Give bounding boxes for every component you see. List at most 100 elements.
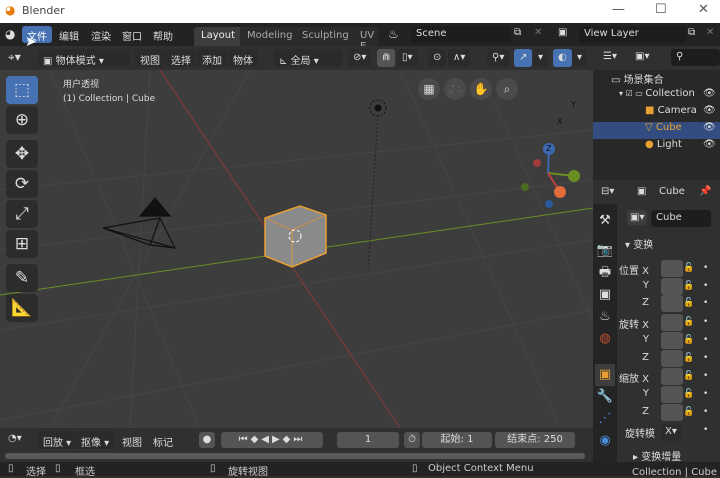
- tab-uv-editing[interactable]: UV E: [353, 27, 378, 46]
- overlay-dropdown-icon[interactable]: ▾: [572, 49, 588, 67]
- tab-layout[interactable]: Layout: [194, 27, 242, 46]
- lock-icon[interactable]: 🔓: [683, 317, 694, 327]
- menu-view[interactable]: 视图: [135, 49, 165, 67]
- timeline-marker-menu[interactable]: 标记: [153, 434, 173, 449]
- start-frame-field[interactable]: 起始: 1: [422, 432, 492, 448]
- orientation-dropdown[interactable]: ⊾ 全局 ▾: [274, 49, 342, 67]
- transform-value-field[interactable]: [661, 368, 683, 386]
- lock-icon[interactable]: 🔓: [683, 353, 694, 363]
- eye-icon[interactable]: 👁: [703, 88, 716, 99]
- keyframe-dot-icon[interactable]: •: [703, 298, 708, 308]
- rotation-mode-dropdown[interactable]: X▾: [661, 424, 681, 441]
- keyframe-dot-icon[interactable]: •: [703, 407, 708, 417]
- transform-value-field[interactable]: [661, 385, 683, 403]
- new-view-layer-icon[interactable]: ⧉: [688, 27, 695, 38]
- visibility-icon[interactable]: ⚲▾: [487, 49, 510, 67]
- eye-icon[interactable]: 👁: [703, 139, 716, 150]
- move-tool-icon[interactable]: ✥: [6, 140, 38, 168]
- lock-icon[interactable]: 🔓: [683, 371, 694, 381]
- keyframe-dot-icon[interactable]: •: [703, 317, 708, 327]
- zoom-icon[interactable]: ⌕: [496, 78, 518, 100]
- delete-view-layer-icon[interactable]: ✕: [706, 27, 714, 38]
- display-mode-icon[interactable]: ▣▾: [635, 51, 649, 62]
- gizmo-icon[interactable]: ↗: [514, 49, 533, 67]
- menu-help[interactable]: 帮助: [148, 26, 178, 43]
- keyframe-dot-icon[interactable]: •: [703, 263, 708, 273]
- proportional-edit-icon[interactable]: ⊙: [428, 49, 447, 67]
- new-scene-icon[interactable]: ⧉: [514, 27, 521, 38]
- transform-value-field[interactable]: [661, 295, 683, 313]
- menu-render[interactable]: 渲染: [86, 26, 116, 43]
- scene-icon[interactable]: ♨: [388, 27, 399, 41]
- 3d-viewport[interactable]: Y Z X 用户透视 (1) Collection | Cube ⬚ ⊕ ✥ ⟳…: [0, 70, 593, 428]
- tab-sculpting[interactable]: Sculpting: [295, 27, 356, 46]
- lock-icon[interactable]: 🔓: [683, 298, 694, 308]
- delta-transform-header[interactable]: ▸ 变换增量: [633, 448, 681, 463]
- select-tool-icon[interactable]: ⬚: [6, 76, 38, 104]
- outliner-row-collection[interactable]: ▾ ☑ ▭ Collection 👁: [593, 88, 720, 105]
- timeline-editor-icon[interactable]: ◔▾: [8, 433, 22, 444]
- end-frame-field[interactable]: 结束点: 250: [495, 432, 575, 448]
- transform-value-field[interactable]: [661, 277, 683, 295]
- annotate-tool-icon[interactable]: ✎: [6, 264, 38, 292]
- cursor-tool-icon[interactable]: ⊕: [6, 106, 38, 134]
- render-tab-icon[interactable]: 📷: [595, 240, 615, 262]
- eye-icon[interactable]: 👁: [703, 105, 716, 116]
- view-layer-field[interactable]: View Layer: [579, 26, 686, 43]
- tool-tab-icon[interactable]: ⚒: [595, 210, 615, 232]
- keyframe-dot-icon[interactable]: •: [703, 281, 708, 291]
- properties-editor-icon[interactable]: ⊟▾: [601, 186, 614, 197]
- close-button[interactable]: ✕: [698, 2, 709, 17]
- object-name-field[interactable]: Cube: [651, 210, 711, 227]
- outliner-search[interactable]: ⚲: [671, 49, 720, 66]
- outliner-editor-icon[interactable]: ☰▾: [603, 51, 617, 62]
- outliner-row-camera[interactable]: ■ Camera 👁: [593, 105, 720, 122]
- transform-value-field[interactable]: [661, 331, 683, 349]
- outliner-scene-collection[interactable]: ▭ 场景集合: [593, 71, 720, 88]
- scale-tool-icon[interactable]: ⤢: [6, 200, 38, 228]
- pivot-icon[interactable]: ⊘▾: [348, 49, 372, 67]
- lock-icon[interactable]: 🔓: [683, 263, 694, 273]
- transform-tool-icon[interactable]: ⊞: [6, 230, 38, 258]
- rotate-tool-icon[interactable]: ⟳: [6, 170, 38, 198]
- lock-icon[interactable]: 🔓: [683, 407, 694, 417]
- pin-icon[interactable]: 📌: [699, 186, 711, 197]
- blender-menu-icon[interactable]: ◕: [5, 27, 15, 41]
- playback-dropdown[interactable]: 回放 ▾: [38, 431, 77, 449]
- keyframe-dot-icon[interactable]: •: [703, 353, 708, 363]
- record-button[interactable]: ●: [199, 432, 215, 448]
- timeline-scrollbar[interactable]: [5, 453, 585, 459]
- outliner-row-light[interactable]: ● Light 👁: [593, 139, 720, 156]
- playback-controls[interactable]: ⏮◆◀▶◆⏭: [221, 432, 323, 448]
- snap-icon[interactable]: ⋒: [377, 49, 396, 67]
- mode-dropdown[interactable]: ▣ 物体模式 ▾: [38, 49, 130, 67]
- lock-icon[interactable]: 🔓: [683, 281, 694, 291]
- stopwatch-icon[interactable]: ⏱: [404, 432, 420, 448]
- keyframe-dot-icon[interactable]: •: [703, 371, 708, 381]
- transform-value-field[interactable]: [661, 403, 683, 421]
- keying-dropdown[interactable]: 抠像 ▾: [76, 431, 115, 449]
- datablock-type-icon[interactable]: ▣▾: [627, 210, 648, 225]
- menu-window[interactable]: 窗口: [117, 26, 147, 43]
- measure-tool-icon[interactable]: 📐: [6, 294, 38, 322]
- transform-value-field[interactable]: [661, 314, 683, 332]
- keyframe-dot-icon[interactable]: •: [703, 425, 708, 435]
- transform-panel-header[interactable]: ▾ 变换: [625, 236, 653, 251]
- lock-icon[interactable]: 🔓: [683, 335, 694, 345]
- editor-type-icon[interactable]: ⌖▾: [8, 50, 21, 65]
- camera-view-icon[interactable]: 🎥: [444, 78, 466, 100]
- transform-value-field[interactable]: [661, 349, 683, 367]
- menu-select[interactable]: 选择: [166, 49, 196, 67]
- snap-target-icon[interactable]: ▯▾: [397, 49, 418, 67]
- delete-scene-icon[interactable]: ✕: [534, 27, 542, 38]
- pan-hand-icon[interactable]: ✋: [470, 78, 492, 100]
- scene-field[interactable]: Scene: [411, 26, 511, 43]
- perspective-toggle-icon[interactable]: ▦: [418, 78, 440, 100]
- keyframe-dot-icon[interactable]: •: [703, 389, 708, 399]
- minimize-button[interactable]: —: [612, 2, 625, 17]
- menu-object[interactable]: 物体: [228, 49, 258, 67]
- maximize-button[interactable]: ☐: [655, 2, 667, 17]
- keyframe-dot-icon[interactable]: •: [703, 335, 708, 345]
- overlay-icon[interactable]: ◐: [553, 49, 572, 67]
- gizmo-dropdown-icon[interactable]: ▾: [533, 49, 549, 67]
